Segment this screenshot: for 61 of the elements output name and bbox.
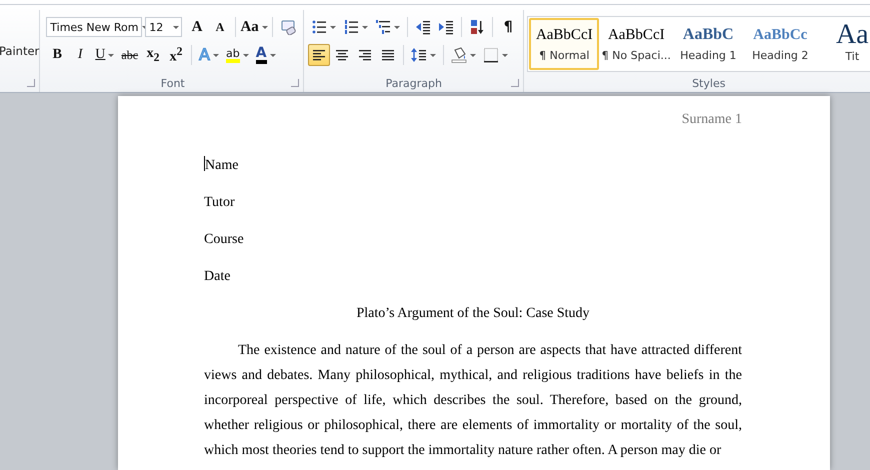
caret-icon [108,54,114,56]
heading-line: Tutor [204,194,236,212]
font-color-button[interactable]: A [252,44,279,66]
group-label: Font [160,76,185,90]
superscript-button[interactable]: x$^{2}$ [165,44,188,66]
caret-icon [394,26,400,28]
paint-bucket-icon [451,47,468,63]
line-spacing-icon [411,47,428,63]
caret-icon [362,26,368,28]
multilevel-list-icon [375,19,392,35]
align-left-icon [311,47,328,63]
group-label: Paragraph [386,76,442,90]
heading-line: Name [204,155,240,175]
page-header: Surname 1 [680,111,742,129]
dialog-launcher-icon[interactable] [511,79,520,87]
font-name-field[interactable]: Times New Rom [46,17,142,37]
heading-line: Course [204,231,245,249]
underline-button[interactable]: U [92,44,118,66]
dialog-launcher-icon[interactable] [291,79,300,87]
caret-icon [430,54,436,56]
caret-icon [330,26,336,28]
increase-indent-icon [438,19,454,35]
essay-title: Plato’s Argument of the Soul: Case Study [355,305,591,323]
shrink-font-button[interactable]: A [209,16,232,38]
decrease-indent-icon [415,19,432,35]
align-right-icon [357,47,374,63]
show-marks-button[interactable]: ¶ [497,16,520,38]
caret-icon [242,54,249,56]
subscript-button[interactable]: x$_{2}$ [142,44,164,66]
justify-icon [380,47,396,63]
italic-button[interactable]: I [69,44,92,66]
style-option[interactable]: AaBbCcI ¶ Normal [529,18,600,70]
bold-button[interactable]: B [46,44,68,66]
heading-line: Date [204,268,232,286]
highlight-button[interactable]: ab [223,44,252,66]
align-center-icon [334,47,350,63]
caret-icon [262,26,268,28]
caret-icon [502,54,508,56]
caret-icon [213,54,219,56]
change-case-button[interactable]: Aa [240,16,268,38]
group-label: Styles [692,76,726,90]
text-cursor [204,156,205,171]
dialog-launcher-icon[interactable] [27,79,36,87]
format-painter-label[interactable]: Painter [0,44,40,58]
body-paragraph: The existence and nature of the soul of a person are aspects that have attracted different views and debates. Many philosophical, mythical, and religious traditions have beliefs in the incorporeal perspective of life, which describes the soul. Therefore, based on the ground, whether religious or philosophical, there are elements of immortality or mortality of the soul, which most theories tend to support the immortality nature rather often. A person may die or [204,342,742,460]
caret-icon [173,26,180,28]
grow-font-button[interactable]: A [186,16,208,38]
numbered-list-icon [343,19,360,35]
border-icon [483,47,500,63]
font-size-field[interactable]: 12 [145,17,182,37]
style-option[interactable]: AaBbCcI ¶ No Spaci... [601,18,672,70]
bulleted-list-icon [311,19,328,35]
style-option[interactable]: AaBbCc Heading 2 [745,18,816,70]
caret-icon [470,54,476,56]
eraser-icon [280,19,296,35]
sort-icon [469,19,486,35]
style-option[interactable]: AaBbC Heading 1 [673,18,744,70]
style-option[interactable]: Aa Tit [817,18,870,70]
align-left-button[interactable] [308,44,330,66]
strikethrough-button[interactable]: abc [118,44,142,66]
caret-icon [270,54,276,56]
